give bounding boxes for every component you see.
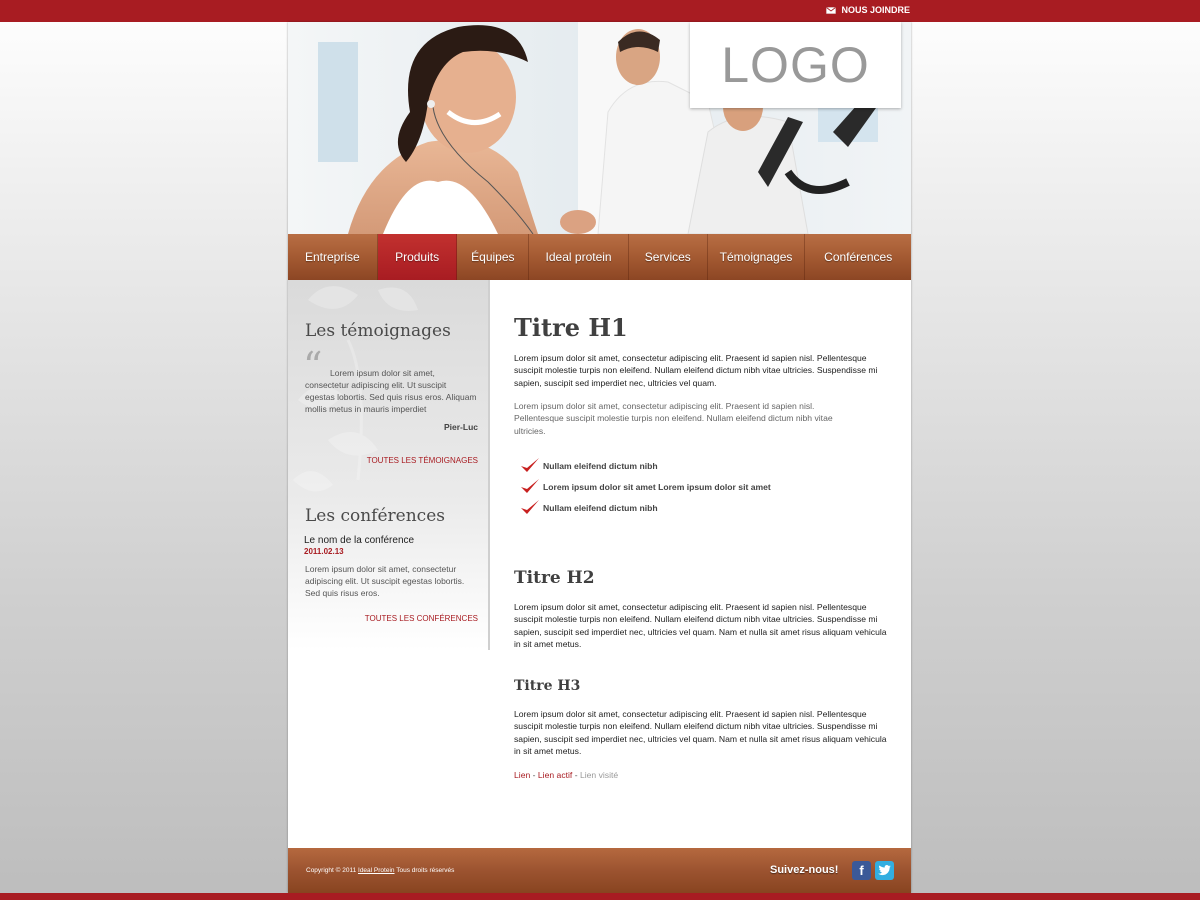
copyright-suffix: Tous droits réservés — [396, 867, 455, 874]
copyright: Copyright © 2011 Ideal Protein Tous droi… — [306, 867, 454, 874]
nav-item-equipes[interactable]: Équipes — [457, 234, 530, 280]
contact-link[interactable]: NOUS JOINDRE — [826, 5, 910, 15]
follow-label: Suivez-nous! — [770, 864, 839, 876]
intro-paragraph: Lorem ipsum dolor sit amet, consectetur … — [514, 353, 878, 388]
nav-item-entreprise[interactable]: Entreprise — [288, 234, 378, 280]
link-separator: - — [532, 770, 536, 780]
conference-date: 2011.02.13 — [304, 547, 344, 556]
all-conferences-link[interactable]: TOUTES LES CONFÉRENCES — [365, 614, 478, 623]
main-nav: Entreprise Produits Équipes Ideal protei… — [288, 234, 911, 280]
facebook-icon[interactable]: f — [852, 861, 871, 880]
h2-paragraph: Lorem ipsum dolor sit amet, consectetur … — [514, 602, 887, 649]
section-heading-h3: Titre H3 — [514, 678, 581, 694]
mail-icon — [826, 6, 837, 14]
testimonials-heading: Les témoignages — [305, 321, 451, 341]
link-styles: Lien - Lien actif - Lien visité — [514, 770, 618, 780]
nav-item-produits[interactable]: Produits — [377, 234, 458, 280]
testimonial-author: Pier-Luc — [443, 422, 478, 432]
conferences-heading: Les conférences — [305, 506, 445, 526]
checklist: Nullam eleifend dictum nibh Lorem ipsum … — [520, 455, 771, 518]
link-visited[interactable]: Lien visité — [580, 770, 618, 780]
hero-banner: LOGO — [288, 22, 911, 234]
nav-item-ideal-protein[interactable]: Ideal protein — [529, 234, 629, 280]
copyright-prefix: Copyright © 2011 — [306, 867, 357, 874]
link-normal[interactable]: Lien — [514, 770, 530, 780]
list-item: Nullam eleifend dictum nibh — [520, 497, 771, 518]
sidebar: Les témoignages “ Lorem ipsum dolor sit … — [288, 280, 490, 650]
list-item-label: Nullam eleifend dictum nibh — [543, 502, 658, 513]
nav-item-temoignages[interactable]: Témoignages — [708, 234, 806, 280]
nav-item-services[interactable]: Services — [629, 234, 708, 280]
bird-icon — [878, 865, 891, 876]
secondary-paragraph: Lorem ipsum dolor sit amet, consectetur … — [514, 401, 833, 436]
logo[interactable]: LOGO — [690, 22, 901, 108]
contact-label: NOUS JOINDRE — [841, 5, 910, 15]
checkmark-icon — [521, 499, 539, 514]
twitter-icon[interactable] — [875, 861, 894, 880]
list-item: Lorem ipsum dolor sit amet Lorem ipsum d… — [520, 476, 771, 497]
logo-text: LOGO — [721, 37, 870, 93]
bottom-bar — [0, 893, 1200, 900]
page-container: LOGO Entreprise Produits Équipes Ideal p… — [288, 22, 911, 893]
list-item-label: Nullam eleifend dictum nibh — [543, 460, 658, 471]
link-active[interactable]: Lien actif — [538, 770, 572, 780]
list-item: Nullam eleifend dictum nibh — [520, 455, 771, 476]
page-title: Titre H1 — [514, 313, 628, 342]
checkmark-icon — [521, 457, 539, 472]
checkmark-icon — [521, 478, 539, 493]
testimonial-text: Lorem ipsum dolor sit amet, consectetur … — [305, 368, 477, 414]
conference-text: Lorem ipsum dolor sit amet, consectetur … — [305, 564, 465, 598]
all-testimonials-link[interactable]: TOUTES LES TÉMOIGNAGES — [367, 456, 478, 465]
top-bar: NOUS JOINDRE — [0, 0, 1200, 22]
link-separator: - — [574, 770, 578, 780]
list-item-label: Lorem ipsum dolor sit amet Lorem ipsum d… — [543, 481, 771, 492]
footer: Copyright © 2011 Ideal Protein Tous droi… — [288, 848, 911, 893]
conference-name: Le nom de la conférence — [304, 535, 415, 546]
copyright-link[interactable]: Ideal Protein — [358, 867, 395, 874]
nav-item-conferences[interactable]: Conférences — [805, 234, 911, 280]
section-heading-h2: Titre H2 — [514, 568, 595, 588]
h3-paragraph: Lorem ipsum dolor sit amet, consectetur … — [514, 709, 887, 756]
